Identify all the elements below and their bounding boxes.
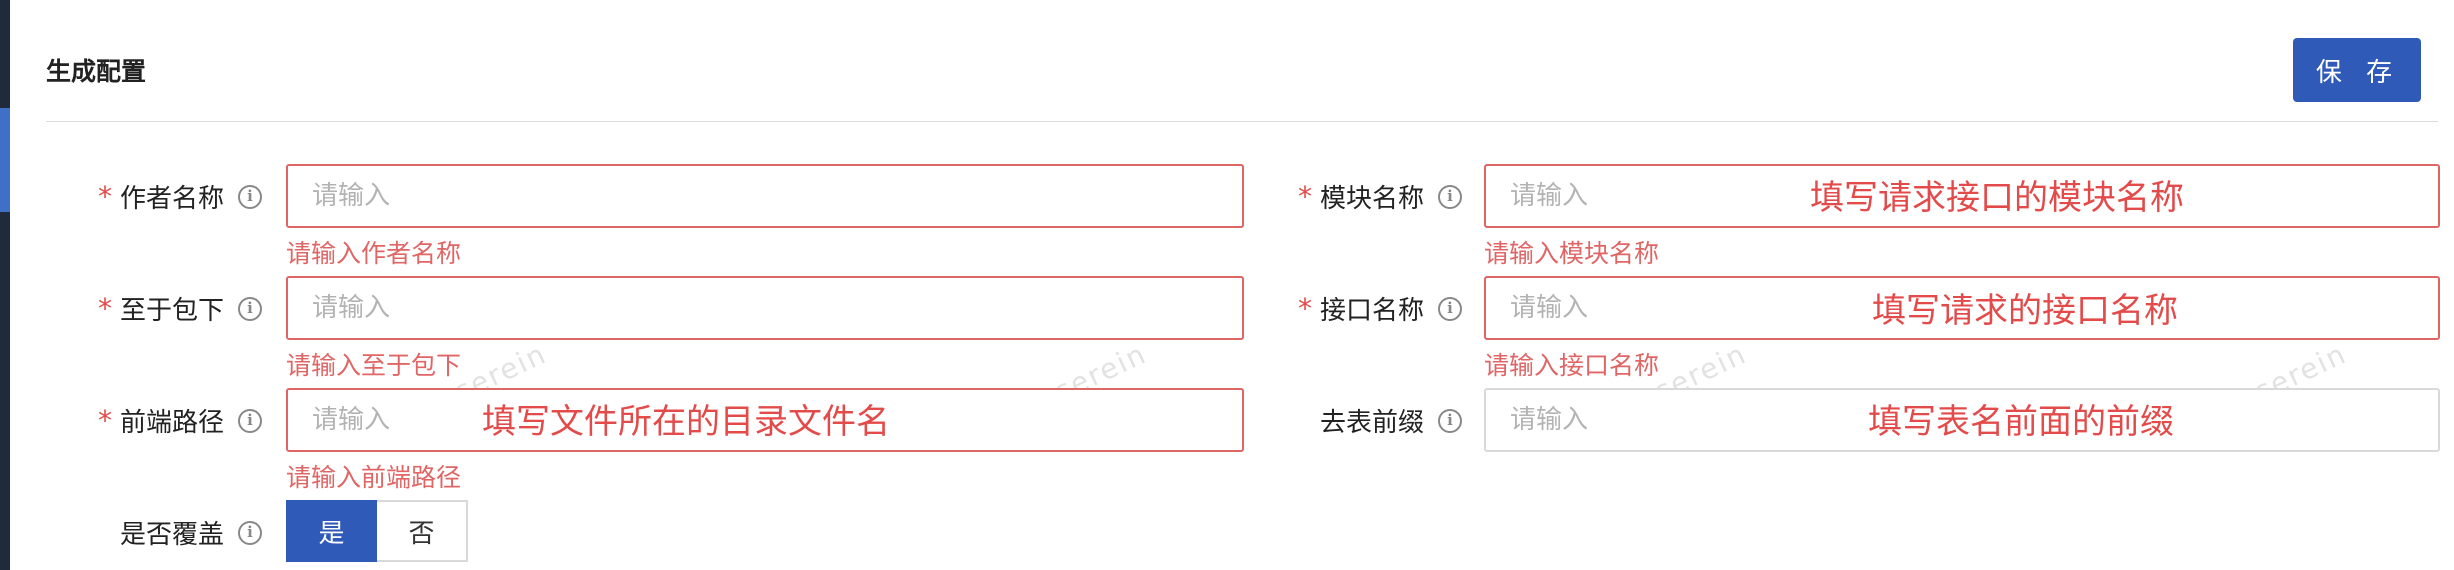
package-label-text: 至于包下 bbox=[119, 296, 224, 326]
info-icon[interactable]: i bbox=[238, 520, 262, 545]
author-label: * 作者名称 i bbox=[98, 178, 262, 215]
table-prefix-label: 去表前缀 i bbox=[1320, 402, 1462, 439]
author-label-text: 作者名称 bbox=[119, 184, 224, 214]
api-label: * 接口名称 i bbox=[1298, 290, 1462, 327]
author-error: 请输入作者名称 bbox=[286, 239, 462, 268]
left-nav-strip bbox=[0, 0, 10, 570]
overwrite-option-yes[interactable]: 是 bbox=[286, 500, 377, 562]
module-annotation: 填写请求接口的模块名称 bbox=[1810, 178, 2184, 218]
info-icon[interactable]: i bbox=[1438, 184, 1462, 209]
api-annotation: 填写请求的接口名称 bbox=[1872, 291, 2178, 331]
divider bbox=[46, 121, 2438, 122]
table-prefix-annotation: 填写表名前面的前缀 bbox=[1868, 402, 2174, 442]
section-title: 生成配置 bbox=[46, 57, 147, 86]
table-prefix-label-text: 去表前缀 bbox=[1319, 408, 1424, 438]
package-error: 请输入至于包下 bbox=[286, 351, 462, 380]
info-icon[interactable]: i bbox=[238, 408, 262, 433]
frontend-path-annotation: 填写文件所在的目录文件名 bbox=[482, 402, 890, 442]
overwrite-toggle: 是 否 bbox=[286, 500, 468, 562]
author-input[interactable] bbox=[286, 164, 1244, 228]
save-button[interactable]: 保 存 bbox=[2293, 38, 2421, 102]
package-input[interactable] bbox=[286, 276, 1244, 340]
overwrite-option-no[interactable]: 否 bbox=[377, 500, 468, 562]
required-mark: * bbox=[97, 180, 112, 213]
info-icon[interactable]: i bbox=[1438, 408, 1462, 433]
overwrite-label-text: 是否覆盖 bbox=[119, 520, 224, 550]
package-label: * 至于包下 i bbox=[98, 290, 262, 327]
required-mark: * bbox=[97, 292, 112, 325]
info-icon[interactable]: i bbox=[238, 296, 262, 321]
module-label: * 模块名称 i bbox=[1298, 178, 1462, 215]
required-mark: * bbox=[97, 404, 112, 437]
module-label-text: 模块名称 bbox=[1319, 184, 1424, 214]
required-mark: * bbox=[1297, 292, 1312, 325]
overwrite-label: 是否覆盖 i bbox=[120, 514, 262, 551]
left-nav-active-indicator bbox=[0, 108, 10, 212]
frontend-path-error: 请输入前端路径 bbox=[286, 463, 462, 492]
frontend-path-label: * 前端路径 i bbox=[98, 402, 262, 439]
api-label-text: 接口名称 bbox=[1319, 296, 1424, 326]
info-icon[interactable]: i bbox=[1438, 296, 1462, 321]
required-mark: * bbox=[1297, 180, 1312, 213]
api-error: 请输入接口名称 bbox=[1484, 351, 1660, 380]
info-icon[interactable]: i bbox=[238, 184, 262, 209]
module-error: 请输入模块名称 bbox=[1484, 239, 1660, 268]
frontend-path-label-text: 前端路径 bbox=[119, 408, 224, 438]
